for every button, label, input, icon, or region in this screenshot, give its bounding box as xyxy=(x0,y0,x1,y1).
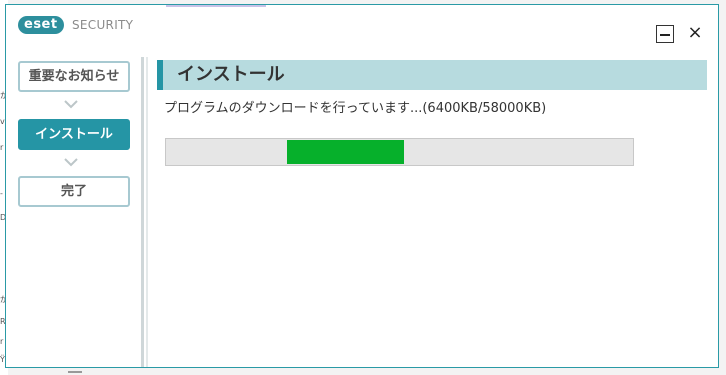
progress-fill xyxy=(287,140,404,164)
main-content: インストール プログラムのダウンロードを行っています...(6400KB/580… xyxy=(157,60,708,360)
step-sidebar: 重要なお知らせ インストール 完了 xyxy=(6,55,146,367)
chevron-down-icon xyxy=(64,100,78,109)
eset-logo: eset xyxy=(18,16,64,34)
sidebar-divider xyxy=(141,57,144,367)
taskbar-indicator xyxy=(68,371,82,373)
product-name: SECURITY xyxy=(72,18,134,32)
sidebar-divider-shadow xyxy=(146,57,148,367)
eset-installer-window: eset SECURITY × 重要なお知らせ インストール 完了 インストール… xyxy=(5,4,719,368)
close-button[interactable]: × xyxy=(685,22,705,44)
title-bar: eset SECURITY × xyxy=(6,5,718,55)
step-install: インストール xyxy=(18,119,130,150)
step-important-notice: 重要なお知らせ xyxy=(18,61,130,92)
step-complete: 完了 xyxy=(18,176,130,207)
chevron-down-icon xyxy=(64,158,78,167)
minimize-button[interactable] xyxy=(656,25,674,43)
download-status-text: プログラムのダウンロードを行っています...(6400KB/58000KB) xyxy=(164,101,547,116)
download-progress-bar xyxy=(165,138,634,166)
section-title: インストール xyxy=(157,60,707,90)
